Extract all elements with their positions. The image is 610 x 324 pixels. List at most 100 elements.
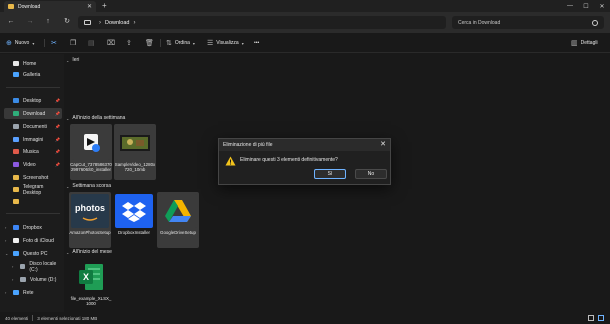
sidebar-item-documents[interactable]: Documenti 📌 <box>4 121 62 132</box>
file-googledrive[interactable]: GoogleDriveSetup <box>157 192 199 248</box>
sidebar-item-label: Documenti <box>23 123 47 130</box>
sidebar-item-screenshot[interactable]: Screenshot <box>4 172 62 183</box>
divider <box>160 39 161 47</box>
pin-icon: 📌 <box>55 124 60 129</box>
sidebar-item-music[interactable]: Musica 📌 <box>4 146 62 157</box>
sidebar-item-drive-c[interactable]: › Disco locale (C:) <box>4 260 62 273</box>
dialog-close-button[interactable]: ✕ <box>380 140 386 148</box>
sidebar-item-label: Foto di iCloud <box>23 237 54 244</box>
no-button[interactable]: No <box>355 169 387 179</box>
paste-button[interactable]: ▤ <box>88 37 95 49</box>
details-label: Dettagli <box>580 40 598 46</box>
forward-button[interactable]: → <box>24 17 36 27</box>
group-header-last-week[interactable]: ⌄ Settimana scorsa <box>66 183 111 189</box>
details-button[interactable]: ▥ Dettagli <box>571 37 598 49</box>
command-bar: ⊕ Nuovo ▾ ✂ ❐ ▤ ⌧ ⇪ 🗑 ⇅ Ordina ▾ ☰ Visua… <box>0 33 610 53</box>
rename-button[interactable]: ⌧ <box>107 37 115 49</box>
dialog-title: Eliminazione di più file <box>223 142 273 148</box>
sidebar-item-home[interactable]: Home <box>4 58 62 69</box>
group-label: Settimana scorsa <box>72 183 111 189</box>
file-samplevideo[interactable]: SampleVideo_1280x720_10mb <box>114 124 156 180</box>
tab-close-icon[interactable]: ✕ <box>87 3 92 10</box>
dropbox-icon <box>13 225 19 230</box>
back-button[interactable]: ← <box>5 17 17 27</box>
home-icon <box>13 61 19 66</box>
details-view-icon[interactable] <box>588 315 594 321</box>
refresh-button[interactable]: ↻ <box>61 17 73 27</box>
file-name: DropboxInstaller <box>118 230 150 235</box>
minimize-button[interactable]: — <box>562 0 578 12</box>
tab-download[interactable]: Download ✕ <box>4 1 96 12</box>
computer-icon <box>84 20 91 25</box>
sidebar-item-label: Volume (D:) <box>30 276 57 283</box>
sidebar-item-network[interactable]: › Rete <box>4 287 62 298</box>
sidebar-item-download[interactable]: Download 📌 <box>4 108 62 119</box>
maximize-button[interactable]: ☐ <box>578 0 594 12</box>
sidebar-item-video[interactable]: Video 📌 <box>4 159 62 170</box>
sidebar-item-label: Disco locale (C:) <box>29 260 57 273</box>
group-label: Ieri <box>72 57 80 63</box>
navigation-pane: Home Galleria Desktop 📌 Download 📌 Docum… <box>0 54 64 312</box>
yes-button[interactable]: Sì <box>314 169 346 179</box>
sidebar-item-label: Questo PC <box>23 250 48 257</box>
share-button[interactable]: ⇪ <box>126 37 132 49</box>
new-button[interactable]: ⊕ Nuovo ▾ <box>6 37 34 49</box>
dialog-message: Eliminare questi 3 elementi definitivame… <box>240 157 338 163</box>
group-header-yesterday[interactable]: ⌄ Ieri <box>66 57 79 63</box>
file-dropbox[interactable]: DropboxInstaller <box>113 192 155 248</box>
breadcrumb-download[interactable]: Download <box>105 20 129 26</box>
sidebar-item-telegram[interactable]: Telegram Desktop <box>4 184 62 196</box>
sidebar-item-pictures[interactable]: Immagini 📌 <box>4 134 62 145</box>
view-button[interactable]: ☰ Visualizza ▾ <box>207 37 244 49</box>
scissors-icon: ✂ <box>51 40 57 47</box>
more-options-button[interactable]: ••• <box>254 37 259 49</box>
paste-icon: ▤ <box>88 40 95 47</box>
file-amazonphotos[interactable]: photos AmazonPhotosSetup <box>69 192 111 248</box>
file-xlsx[interactable]: X file_example_XLSX_1000 <box>70 258 112 314</box>
pin-icon: 📌 <box>55 137 60 142</box>
chevron-right-icon[interactable]: › <box>12 264 13 269</box>
divider <box>44 39 45 47</box>
chevron-down-icon: ▾ <box>32 40 35 46</box>
sidebar-item-this-pc[interactable]: ⌄ Questo PC <box>4 248 62 259</box>
sidebar-item-label: Galleria <box>23 71 41 78</box>
sidebar-item-icloud[interactable]: › Foto di iCloud <box>4 235 62 246</box>
group-label: All'inizio del mese <box>72 249 112 255</box>
chevron-down-icon[interactable]: ⌄ <box>5 251 8 256</box>
tiles-view-icon[interactable] <box>598 315 604 321</box>
sidebar-item-drive-d[interactable]: › Volume (D:) <box>4 274 62 285</box>
chevron-right-icon[interactable]: › <box>5 225 6 230</box>
chevron-right-icon[interactable]: › <box>12 277 13 282</box>
sidebar-item-folder[interactable] <box>4 196 62 207</box>
sidebar-item-gallery[interactable]: Galleria <box>4 69 62 80</box>
new-tab-button[interactable]: + <box>102 1 107 11</box>
chevron-right-icon[interactable]: › <box>5 238 6 243</box>
chevron-right-icon: › <box>99 19 101 26</box>
sidebar-item-desktop[interactable]: Desktop 📌 <box>4 95 62 106</box>
search-input[interactable]: Cerca in Download <box>452 16 604 29</box>
path-field[interactable]: › Download › <box>78 16 446 29</box>
icloud-icon <box>13 238 19 243</box>
group-header-early-month[interactable]: ⌄ All'inizio del mese <box>66 249 112 255</box>
chevron-down-icon: ▾ <box>192 40 195 46</box>
view-switcher <box>588 315 604 321</box>
up-button[interactable]: ↑ <box>42 17 54 27</box>
copy-button[interactable]: ❐ <box>70 37 76 49</box>
capcut-icon <box>72 126 110 160</box>
close-window-button[interactable]: ✕ <box>594 0 610 12</box>
sort-icon: ⇅ <box>166 40 172 47</box>
sort-button[interactable]: ⇅ Ordina ▾ <box>166 37 195 49</box>
delete-button[interactable]: 🗑 <box>145 37 154 49</box>
chevron-right-icon[interactable]: › <box>5 290 6 295</box>
excel-icon: X <box>72 260 110 294</box>
chevron-down-icon: ⌄ <box>66 249 70 255</box>
pin-icon: 📌 <box>55 111 60 116</box>
delete-confirmation-dialog: Eliminazione di più file ✕ Eliminare que… <box>218 138 391 185</box>
cut-button[interactable]: ✂ <box>51 37 60 49</box>
sidebar-item-dropbox[interactable]: › Dropbox <box>4 222 62 233</box>
file-capcut[interactable]: CapCut_73785863702997606Ś0_installer <box>70 124 112 180</box>
chevron-right-icon: › <box>133 19 136 26</box>
pin-icon: 📌 <box>55 149 60 154</box>
group-header-early-week[interactable]: ⌄ All'inizio della settimana <box>66 115 125 121</box>
copy-icon: ❐ <box>70 40 77 47</box>
